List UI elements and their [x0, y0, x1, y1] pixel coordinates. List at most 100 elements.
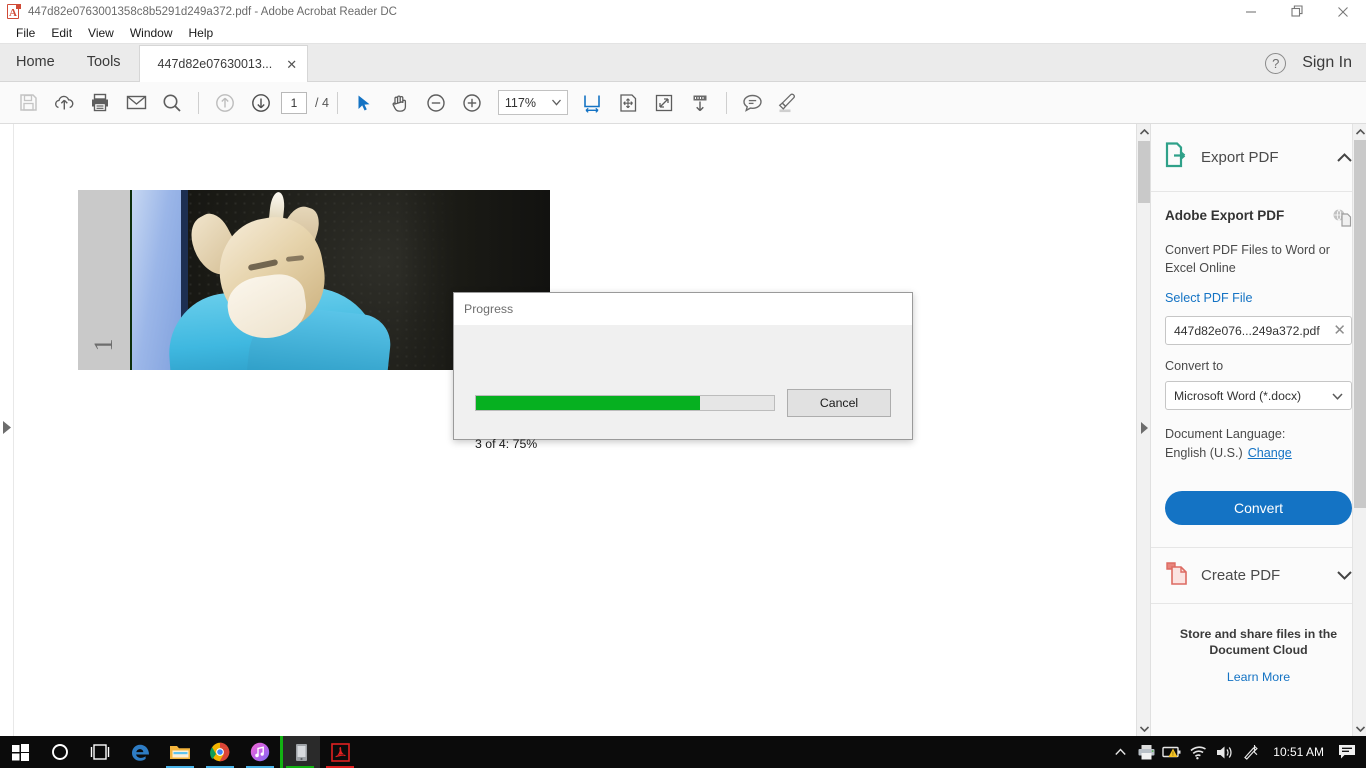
print-icon[interactable]: [82, 85, 118, 121]
panel-scrollbar-thumb[interactable]: [1354, 140, 1366, 508]
search-icon[interactable]: [154, 85, 190, 121]
next-page-icon[interactable]: [243, 85, 279, 121]
convert-button[interactable]: Convert: [1165, 491, 1352, 525]
document-language: Document Language: English (U.S.) Change: [1165, 425, 1352, 463]
menu-window[interactable]: Window: [122, 23, 181, 43]
app-window-icon[interactable]: [280, 736, 320, 768]
previous-page-icon[interactable]: [207, 85, 243, 121]
progress-dialog: Progress Cancel 3 of 4: 75%: [453, 292, 913, 451]
battery-warning-icon[interactable]: !: [1159, 736, 1185, 768]
cortana-search-icon[interactable]: [40, 736, 80, 768]
restore-button[interactable]: [1274, 0, 1320, 23]
save-icon[interactable]: [10, 85, 46, 121]
selected-file-field[interactable]: 447d82e076...249a372.pdf ✕: [1165, 316, 1352, 345]
close-button[interactable]: [1320, 0, 1366, 23]
menu-edit[interactable]: Edit: [43, 23, 80, 43]
taskbar: ! 10:51 AM: [0, 736, 1366, 768]
page-number-input[interactable]: 1: [281, 91, 307, 114]
help-icon[interactable]: ?: [1265, 52, 1287, 74]
itunes-icon[interactable]: [240, 736, 280, 768]
chrome-browser-icon[interactable]: [200, 736, 240, 768]
create-pdf-header[interactable]: Create PDF: [1151, 548, 1366, 604]
menu-help[interactable]: Help: [181, 23, 222, 43]
document-language-value: English (U.S.): [1165, 446, 1243, 460]
highlight-pen-icon[interactable]: [771, 85, 807, 121]
show-hidden-icons-icon[interactable]: [1107, 736, 1133, 768]
volume-icon[interactable]: [1211, 736, 1237, 768]
comment-icon[interactable]: [735, 85, 771, 121]
scrollbar-thumb[interactable]: [1138, 141, 1150, 203]
title-bar: A 447d82e0763001358c8b5291d249a372.pdf -…: [0, 0, 1366, 23]
cancel-button-label: Cancel: [819, 396, 859, 410]
tab-nav: Home Tools: [0, 43, 137, 81]
export-pdf-header[interactable]: Export PDF: [1151, 124, 1366, 192]
chevron-down-icon: [551, 99, 561, 106]
panel-scrollbar[interactable]: [1352, 124, 1366, 736]
learn-more-link[interactable]: Learn More: [1151, 670, 1366, 684]
scroll-up-icon[interactable]: [1137, 124, 1151, 139]
pen-bluetooth-icon[interactable]: [1237, 736, 1263, 768]
select-cursor-icon[interactable]: [346, 85, 382, 121]
wifi-icon[interactable]: [1185, 736, 1211, 768]
adobe-export-pdf-heading: Adobe Export PDF: [1165, 208, 1285, 223]
scroll-down-icon[interactable]: [682, 85, 718, 121]
create-pdf-title: Create PDF: [1201, 567, 1281, 584]
tab-strip-right: ? Sign In: [1265, 44, 1366, 82]
convert-to-label: Convert to: [1165, 359, 1224, 373]
start-windows-icon[interactable]: [0, 736, 40, 768]
left-panel-toggle[interactable]: [0, 124, 14, 736]
fullscreen-icon[interactable]: [646, 85, 682, 121]
tab-document[interactable]: 447d82e07630013... ✕: [138, 45, 309, 82]
convert-button-label: Convert: [1233, 500, 1284, 516]
select-pdf-file-link[interactable]: Select PDF File: [1165, 291, 1252, 305]
printer-icon[interactable]: [1133, 736, 1159, 768]
tab-home[interactable]: Home: [0, 43, 71, 81]
clear-file-icon[interactable]: ✕: [1330, 323, 1349, 338]
toolbar-divider: [198, 91, 199, 114]
create-pdf-icon: [1165, 561, 1189, 591]
window-title: 447d82e0763001358c8b5291d249a372.pdf - A…: [28, 5, 397, 18]
acrobat-app-icon: A: [6, 3, 22, 20]
document-language-label: Document Language:: [1165, 427, 1286, 441]
zoom-out-icon[interactable]: [418, 85, 454, 121]
email-icon[interactable]: [118, 85, 154, 121]
pan-and-zoom-icon[interactable]: [610, 85, 646, 121]
toolbar: 1 / 4 117%: [0, 82, 1366, 124]
zoom-level-dropdown[interactable]: 117%: [497, 90, 568, 115]
taskbar-clock[interactable]: 10:51 AM: [1263, 745, 1334, 759]
notification-center-icon[interactable]: [1334, 736, 1360, 768]
fit-width-icon[interactable]: [574, 85, 610, 121]
panel-scroll-down-icon[interactable]: [1353, 721, 1366, 736]
export-pdf-icon: [1165, 142, 1189, 173]
hand-icon[interactable]: [382, 85, 418, 121]
toolbar-divider-3: [725, 91, 727, 114]
zoom-in-icon[interactable]: [454, 85, 490, 121]
cancel-button[interactable]: Cancel: [787, 389, 891, 417]
chevron-down-icon[interactable]: [1337, 567, 1352, 585]
sign-in-button[interactable]: Sign In: [1302, 54, 1352, 72]
edge-browser-icon[interactable]: [120, 736, 160, 768]
chevron-down-icon: [1332, 387, 1343, 405]
menu-file[interactable]: File: [8, 23, 43, 43]
task-view-icon[interactable]: [80, 736, 120, 768]
tab-tools[interactable]: Tools: [71, 43, 137, 81]
close-icon[interactable]: ✕: [286, 58, 297, 71]
cloud-upload-icon[interactable]: [46, 85, 82, 121]
scroll-down-arrow-icon[interactable]: [1137, 721, 1151, 736]
change-language-link[interactable]: Change: [1248, 446, 1292, 460]
chevron-up-icon[interactable]: [1337, 149, 1352, 167]
document-scrollbar[interactable]: [1136, 124, 1150, 736]
minimize-button[interactable]: [1228, 0, 1274, 23]
copy-services-icon[interactable]: [1332, 208, 1352, 232]
export-pdf-body: Adobe Export PDF Convert PDF Files to Wo…: [1151, 192, 1366, 525]
document-cloud-line2: Document Cloud: [1209, 643, 1308, 657]
file-explorer-icon[interactable]: [160, 736, 200, 768]
tab-strip: Home Tools 447d82e07630013... ✕ ? Sign I…: [0, 44, 1366, 82]
menu-view[interactable]: View: [80, 23, 122, 43]
convert-to-select[interactable]: Microsoft Word (*.docx): [1165, 381, 1352, 410]
acrobat-reader-icon[interactable]: [320, 736, 360, 768]
panel-scroll-up-icon[interactable]: [1353, 124, 1366, 139]
expand-left-panel-icon[interactable]: [3, 421, 11, 439]
expand-right-panel-icon[interactable]: [1141, 421, 1148, 439]
convert-to-value: Microsoft Word (*.docx): [1174, 388, 1302, 403]
